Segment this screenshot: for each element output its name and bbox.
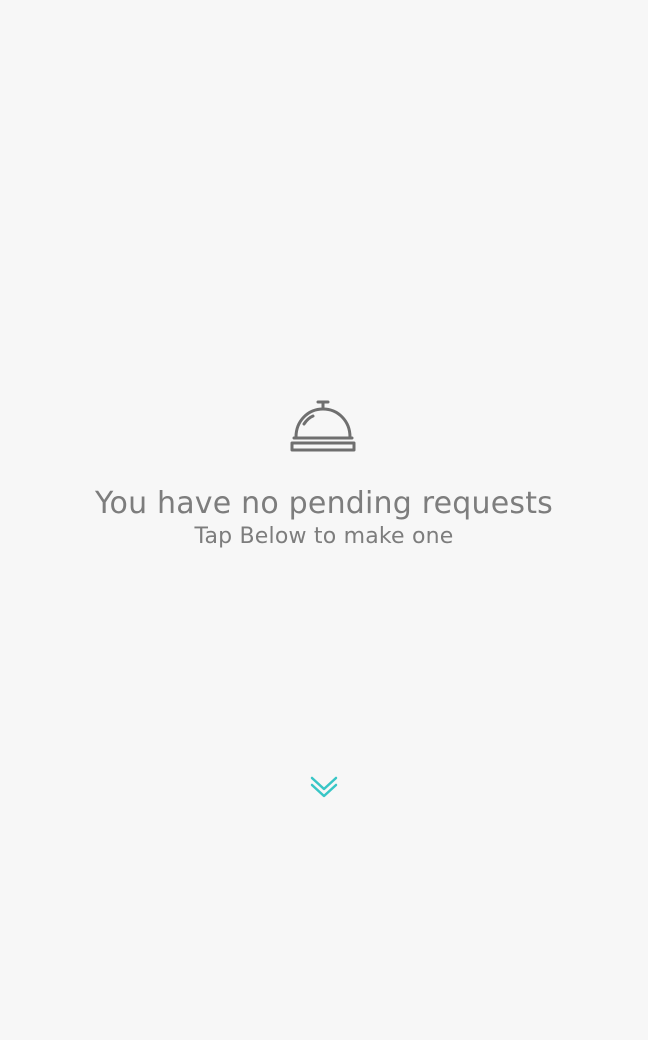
empty-state-subtitle: Tap Below to make one — [194, 524, 454, 549]
empty-state-title: You have no pending requests — [94, 486, 554, 521]
service-bell-icon — [290, 400, 356, 452]
empty-requests-screen: You have no pending requests Tap Below t… — [0, 0, 648, 1040]
double-chevron-down-icon[interactable] — [306, 772, 342, 802]
